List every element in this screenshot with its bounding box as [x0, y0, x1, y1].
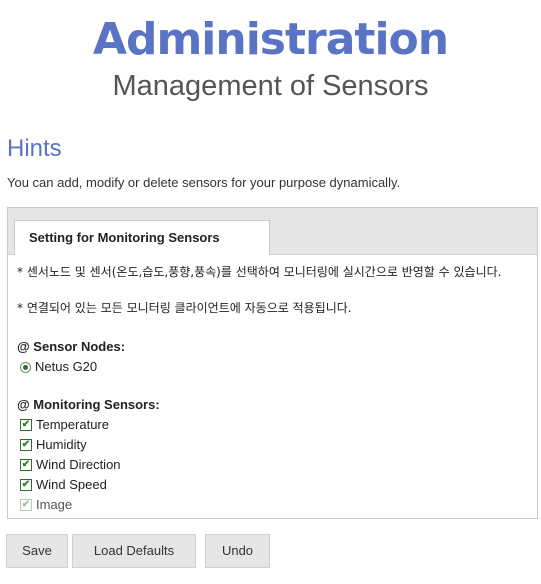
sensor-nodes-label: @ Sensor Nodes: — [17, 339, 126, 354]
sensor-node-label: Netus G20 — [35, 359, 98, 374]
save-button[interactable]: Save — [6, 534, 68, 568]
monitoring-sensors-label: @ Monitoring Sensors: — [17, 397, 160, 412]
checkbox-checked-icon[interactable]: ✔ — [20, 439, 32, 451]
sensor-checkbox-image: ✔ Image — [20, 496, 72, 514]
sensor-node-radio-netus-g20[interactable]: Netus G20 — [20, 358, 97, 376]
note-line-2: * 연결되어 있는 모든 모니터링 클라이언트에 자동으로 적용됩니다. — [17, 301, 352, 315]
checkbox-checked-icon[interactable]: ✔ — [20, 479, 32, 491]
sensor-checkbox-wind-direction[interactable]: ✔ Wind Direction — [20, 456, 121, 474]
hints-text: You can add, modify or delete sensors fo… — [7, 175, 401, 190]
sensor-label: Humidity — [36, 437, 87, 452]
note-line-1: * 센서노드 및 센서(온도,습도,풍향,풍속)를 선택하여 모니터링에 실시간… — [17, 265, 502, 279]
sensor-checkbox-wind-speed[interactable]: ✔ Wind Speed — [20, 476, 107, 494]
undo-button[interactable]: Undo — [205, 534, 270, 568]
sensor-label: Image — [36, 497, 73, 512]
sensor-label: Wind Direction — [36, 457, 121, 472]
settings-panel: Setting for Monitoring Sensors * 센서노드 및 … — [7, 207, 538, 519]
checkbox-checked-icon[interactable]: ✔ — [20, 459, 32, 471]
tab-body: * 센서노드 및 센서(온도,습도,풍향,풍속)를 선택하여 모니터링에 실시간… — [8, 255, 537, 518]
sensor-checkbox-humidity[interactable]: ✔ Humidity — [20, 436, 87, 454]
panel-tab-bar: Setting for Monitoring Sensors — [8, 208, 537, 255]
load-defaults-button[interactable]: Load Defaults — [72, 534, 196, 568]
sensor-checkbox-temperature[interactable]: ✔ Temperature — [20, 416, 109, 434]
hints-heading: Hints — [7, 135, 62, 162]
tab-setting-monitoring-sensors[interactable]: Setting for Monitoring Sensors — [14, 220, 270, 255]
page-title: Administration — [92, 14, 449, 65]
sensor-label: Wind Speed — [36, 477, 107, 492]
radio-selected-icon[interactable] — [20, 361, 31, 373]
checkbox-disabled-checked-icon: ✔ — [20, 499, 32, 511]
sensor-label: Temperature — [36, 417, 109, 432]
checkbox-checked-icon[interactable]: ✔ — [20, 419, 32, 431]
page-subtitle: Management of Sensors — [112, 70, 429, 102]
